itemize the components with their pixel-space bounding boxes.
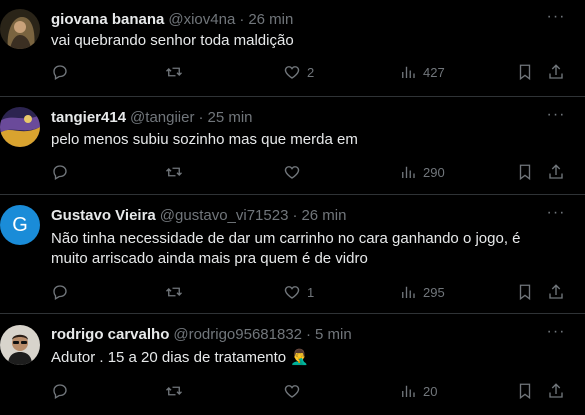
timestamp[interactable]: 25 min [207,109,252,126]
timestamp[interactable]: 5 min [315,326,352,343]
tweet-actions: 1 295 [51,282,585,302]
bookmark-button[interactable] [516,282,534,302]
avatar-letter: G [12,213,28,236]
avatar[interactable] [0,107,40,147]
views-button[interactable]: 290 [399,162,445,182]
reply-icon [53,165,67,180]
like-icon [284,66,300,79]
more-icon[interactable]: ··· [545,324,567,345]
separator-dot: · [198,109,204,126]
views-icon [402,66,415,78]
timestamp[interactable]: 26 min [301,207,346,224]
tweet-header: tangier414 @tangiier · 25 min [51,108,253,128]
share-icon [549,164,563,179]
tweet-actions: 2 427 [51,62,585,82]
like-button[interactable] [283,162,307,182]
views-icon [402,286,415,298]
like-button[interactable] [283,381,307,401]
share-button[interactable] [547,62,565,82]
like-button[interactable]: 2 [283,62,314,82]
display-name[interactable]: giovana banana [51,11,164,28]
reply-icon [53,285,67,300]
reply-icon [53,65,67,80]
reply-icon [53,384,67,399]
views-button[interactable]: 427 [399,62,445,82]
view-count: 295 [423,284,445,300]
views-icon [402,385,415,397]
like-button[interactable]: 1 [283,282,314,302]
more-icon[interactable]: ··· [545,9,567,30]
retweet-icon [166,167,182,177]
tweet[interactable]: tangier414 @tangiier · 25 min ··· pelo meno… [0,97,585,195]
retweet-icon [166,67,182,77]
bookmark-icon [519,64,531,81]
display-name[interactable]: tangier414 [51,109,126,126]
share-button[interactable] [547,381,565,401]
tweet-header: Gustavo Vieira @gustavo_vi71523 · 26 min [51,206,346,226]
tweet[interactable]: rodrigo carvalho @rodrigo95681832 · 5 min ·… [0,314,585,415]
tweet[interactable]: giovana banana @xiov4na · 26 min ··· vai qu… [0,0,585,97]
views-icon [402,166,415,178]
view-count: 290 [423,164,445,180]
reply-button[interactable] [51,162,69,182]
views-button[interactable]: 295 [399,282,445,302]
share-icon [549,383,563,398]
bookmark-icon [519,383,531,400]
user-handle[interactable]: @xiov4na [168,11,235,28]
retweet-button[interactable] [165,282,183,302]
avatar[interactable]: G [0,205,40,245]
tweet-text: Não tinha necessidade de dar um carrinho… [51,230,521,267]
retweet-icon [166,386,182,396]
separator-dot: · [306,326,312,343]
bookmark-icon [519,284,531,301]
user-handle[interactable]: @tangiier [130,109,194,126]
share-icon [549,64,563,79]
tweet-actions: 290 [51,162,585,182]
separator-dot: · [292,207,298,224]
share-button[interactable] [547,162,565,182]
like-count: 1 [307,284,315,300]
like-icon [284,166,300,179]
like-count: 2 [307,64,315,80]
display-name[interactable]: Gustavo Vieira [51,207,156,224]
share-button[interactable] [547,282,565,302]
user-handle[interactable]: @gustavo_vi71523 [160,207,289,224]
retweet-icon [166,287,182,297]
bookmark-icon [519,164,531,181]
user-handle[interactable]: @rodrigo95681832 [173,326,302,343]
share-icon [549,284,563,299]
retweet-button[interactable] [165,62,183,82]
bookmark-button[interactable] [516,381,534,401]
avatar[interactable] [0,9,40,49]
view-count: 427 [423,64,445,80]
tweet-header: rodrigo carvalho @rodrigo95681832 · 5 min [51,325,352,345]
tweet-text: Adutor . 15 a 20 dias de tratamento 🤦‍♂️ [51,349,309,366]
more-icon[interactable]: ··· [545,205,567,226]
like-icon [284,286,300,299]
reply-button[interactable] [51,282,69,302]
tweet-text: pelo menos subiu sozinho mas que merda e… [51,131,358,148]
avatar[interactable] [0,325,40,365]
separator-dot: · [239,11,245,28]
display-name[interactable]: rodrigo carvalho [51,326,169,343]
view-count: 20 [423,383,438,399]
tweet[interactable]: G Gustavo Vieira @gustavo_vi71523 · 26 min … [0,195,585,314]
views-button[interactable]: 20 [399,381,437,401]
bookmark-button[interactable] [516,62,534,82]
tweet-text: vai quebrando senhor toda maldição [51,32,294,49]
tweet-actions: 20 [51,381,585,401]
retweet-button[interactable] [165,162,183,182]
bookmark-button[interactable] [516,162,534,182]
reply-button[interactable] [51,381,69,401]
retweet-button[interactable] [165,381,183,401]
timestamp[interactable]: 26 min [248,11,293,28]
reply-button[interactable] [51,62,69,82]
more-icon[interactable]: ··· [545,107,567,128]
tweet-header: giovana banana @xiov4na · 26 min [51,10,293,30]
like-icon [284,385,300,398]
